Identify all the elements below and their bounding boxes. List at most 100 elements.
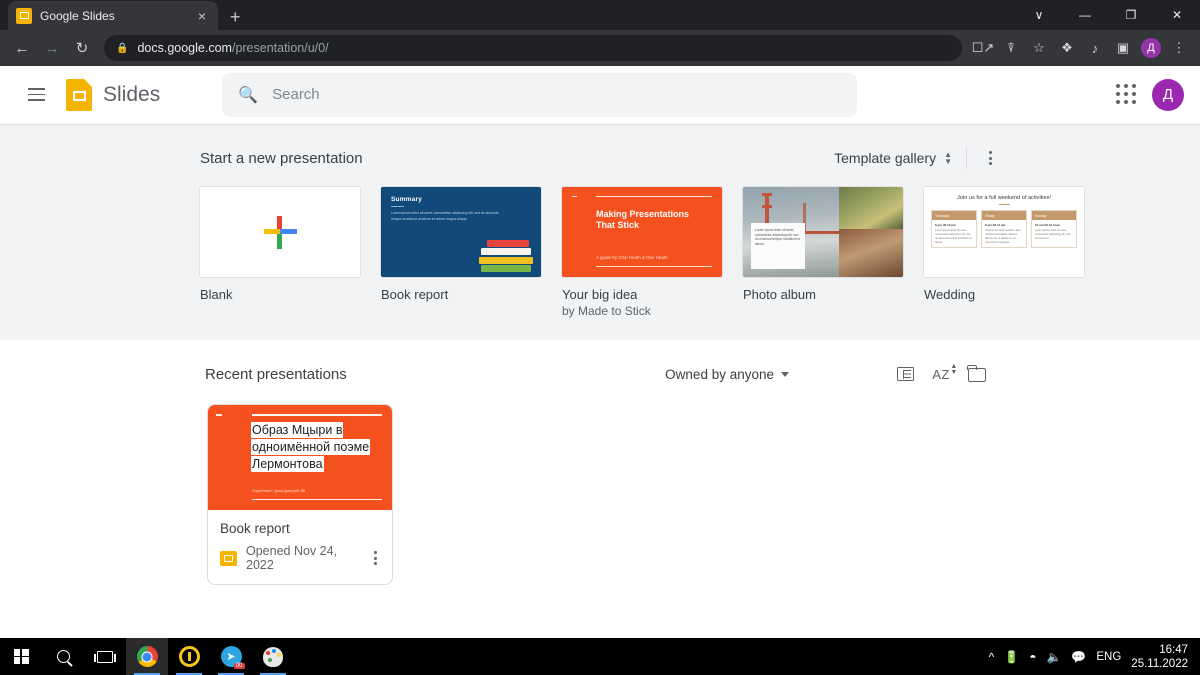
column-head: 9 am till 11 am bbox=[985, 223, 1006, 228]
close-tab-icon[interactable]: × bbox=[194, 7, 210, 25]
taskbar-clock[interactable]: 16:47 25.11.2022 bbox=[1131, 643, 1188, 671]
chevron-down-icon bbox=[781, 371, 789, 377]
list-view-icon[interactable] bbox=[887, 356, 923, 392]
template-thumbnail[interactable]: Summary Lorem ipsum dolor sit amet, cons… bbox=[381, 187, 541, 277]
title-line-1: Образ Мцыри в bbox=[252, 423, 343, 437]
thumb-bottombar bbox=[596, 265, 712, 267]
template-list: Blank Summary Lorem ipsum dolor sit amet… bbox=[200, 187, 1084, 318]
template-thumbnail[interactable]: Join us for a full weekend of activities… bbox=[924, 187, 1084, 277]
bookmark-share-icon[interactable]: ⍒ bbox=[998, 35, 1024, 61]
templates-actions: Template gallery ▲ ▼ bbox=[834, 145, 1000, 171]
template-card-book-report[interactable]: Summary Lorem ipsum dolor sit amet, cons… bbox=[381, 187, 541, 318]
start-button[interactable] bbox=[0, 638, 42, 675]
thumb-bottombar bbox=[252, 498, 382, 500]
plus-icon bbox=[262, 214, 298, 250]
template-sublabel: by Made to Stick bbox=[562, 304, 651, 318]
browser-tab[interactable]: Google Slides × bbox=[8, 1, 218, 30]
column-head: 10 am till 12 noon bbox=[1035, 223, 1061, 228]
templates-section: Start a new presentation Template galler… bbox=[0, 124, 1200, 340]
notifications-icon[interactable]: 💬 bbox=[1071, 650, 1086, 664]
thumb-body: Lorem ipsum dolor sit amet, consectetur … bbox=[391, 211, 499, 221]
yandex-music-taskbar-icon[interactable] bbox=[168, 638, 210, 675]
account-avatar[interactable]: Д bbox=[1152, 78, 1184, 111]
document-thumbnail[interactable]: Образ Мцыри в одноимённой поэме Лермонто… bbox=[208, 405, 392, 510]
template-thumbnail[interactable] bbox=[200, 187, 360, 277]
browser-profile-avatar[interactable]: Д bbox=[1141, 38, 1161, 58]
telegram-taskbar-icon[interactable]: ➤ 00 bbox=[210, 638, 252, 675]
templates-more-icon[interactable] bbox=[981, 145, 1000, 171]
header-right: Д bbox=[1116, 78, 1184, 111]
chrome-taskbar-icon[interactable] bbox=[126, 638, 168, 675]
sidepanel-icon[interactable]: ▣ bbox=[1110, 35, 1136, 61]
sort-az-icon[interactable]: AZ ▲ ▼ bbox=[923, 356, 959, 392]
reload-icon[interactable]: ↻ bbox=[68, 34, 96, 62]
template-card-wedding[interactable]: Join us for a full weekend of activities… bbox=[924, 187, 1084, 318]
language-indicator[interactable]: ENG bbox=[1096, 651, 1121, 663]
search-icon: 🔍 bbox=[238, 86, 259, 104]
minimize-icon[interactable]: — bbox=[1062, 0, 1108, 30]
google-apps-icon[interactable] bbox=[1116, 83, 1138, 106]
star-icon[interactable]: ☆ bbox=[1026, 35, 1052, 61]
new-tab-button[interactable]: + bbox=[230, 8, 241, 26]
template-card-your-big-idea[interactable]: Making Presentations That Stick A guide … bbox=[562, 187, 722, 318]
chrome-minimize-chevron-icon[interactable]: ∨ bbox=[1016, 0, 1062, 30]
template-card-blank[interactable]: Blank bbox=[200, 187, 360, 318]
folder-picker-icon[interactable] bbox=[959, 356, 995, 392]
browser-menu-icon[interactable]: ⋮ bbox=[1166, 35, 1192, 61]
recent-title: Recent presentations bbox=[205, 365, 347, 383]
photo-grid-right bbox=[839, 187, 903, 277]
browser-action-icons: ☐↗ ⍒ ☆ ❖ ♪ ▣ Д ⋮ bbox=[970, 35, 1192, 61]
address-bar[interactable]: 🔒 docs.google.com/presentation/u/0/ bbox=[104, 35, 962, 61]
chevron-up-icon[interactable]: ^ bbox=[989, 650, 995, 664]
paint-taskbar-icon[interactable] bbox=[252, 638, 294, 675]
thumb-column: Sunday 10 am till 12 noon Lorem ipsum dol… bbox=[1031, 210, 1077, 249]
search-bar[interactable]: 🔍 bbox=[222, 72, 858, 117]
template-gallery-label[interactable]: Template gallery bbox=[834, 150, 936, 166]
thumb-author: Подготовил: Чучки Дмитрий, 8В bbox=[252, 489, 305, 493]
document-opened-date: Opened Nov 24, 2022 bbox=[246, 544, 338, 572]
recent-presentations-section: Recent presentations Owned by anyone AZ ▲… bbox=[0, 340, 1200, 585]
browser-titlebar: Google Slides × + ∨ — ❐ ✕ bbox=[0, 0, 1200, 30]
chevron-updown-icon[interactable]: ▲ ▼ bbox=[944, 151, 952, 166]
thumb-column: Thursday 6 pm till 10 pm Lorem ipsum dolo… bbox=[931, 210, 977, 249]
browser-toolbar: ← → ↻ 🔒 docs.google.com/presentation/u/0… bbox=[0, 30, 1200, 66]
title-line-2: одноимённой поэме bbox=[252, 440, 370, 454]
app-title: Slides bbox=[103, 82, 161, 106]
books-illustration bbox=[479, 238, 533, 272]
thumb-topbar bbox=[596, 196, 712, 198]
thumb-title: Making Presentations That Stick bbox=[596, 209, 690, 230]
maximize-icon[interactable]: ❐ bbox=[1108, 0, 1154, 30]
template-thumbnail[interactable]: Making Presentations That Stick A guide … bbox=[562, 187, 722, 277]
wifi-icon[interactable]: ◓ bbox=[1029, 650, 1036, 664]
column-text: Ut enim ad minim veniam, quis nostrud ex… bbox=[985, 229, 1021, 244]
column-head: 6 pm till 10 pm bbox=[935, 223, 956, 228]
back-icon[interactable]: ← bbox=[8, 34, 36, 62]
media-list-icon[interactable]: ♪ bbox=[1082, 35, 1108, 61]
document-more-icon[interactable] bbox=[371, 547, 380, 569]
extensions-icon[interactable]: ❖ bbox=[1054, 35, 1080, 61]
template-card-photo-album[interactable]: Lorem ipsum dolor sit amet, consectetur … bbox=[743, 187, 903, 318]
owner-filter-dropdown[interactable]: Owned by anyone bbox=[665, 367, 789, 382]
document-meta: Book report Opened Nov 24, 2022 bbox=[208, 510, 392, 584]
slides-header: Slides 🔍 Д bbox=[0, 66, 1200, 124]
clock-date: 25.11.2022 bbox=[1131, 657, 1188, 670]
volume-icon[interactable]: 🔈 bbox=[1046, 650, 1061, 664]
forward-icon[interactable]: → bbox=[38, 34, 66, 62]
recent-header: Recent presentations Owned by anyone AZ ▲… bbox=[205, 358, 995, 390]
share-box-icon[interactable]: ☐↗ bbox=[970, 35, 996, 61]
column-day: Sunday bbox=[1032, 211, 1076, 221]
document-card[interactable]: Образ Мцыри в одноимённой поэме Лермонто… bbox=[207, 404, 393, 585]
search-button[interactable] bbox=[42, 638, 84, 675]
template-thumbnail[interactable]: Lorem ipsum dolor sit amet, consectetur … bbox=[743, 187, 903, 277]
thumb-topbar bbox=[252, 414, 382, 416]
system-tray: ^ 🔋 ◓ 🔈 💬 ENG 16:47 25.11.2022 bbox=[989, 643, 1200, 671]
owner-filter-label: Owned by anyone bbox=[665, 366, 774, 382]
battery-icon[interactable]: 🔋 bbox=[1004, 650, 1019, 664]
photo-caption: Lorem ipsum dolor sit amet, consectetur … bbox=[751, 223, 805, 269]
thumb-rule bbox=[998, 204, 1010, 206]
task-view-button[interactable] bbox=[84, 638, 126, 675]
search-input[interactable] bbox=[272, 86, 842, 103]
close-window-icon[interactable]: ✕ bbox=[1154, 0, 1200, 30]
document-subline: Opened Nov 24, 2022 bbox=[220, 544, 380, 572]
main-menu-icon[interactable] bbox=[16, 75, 56, 115]
